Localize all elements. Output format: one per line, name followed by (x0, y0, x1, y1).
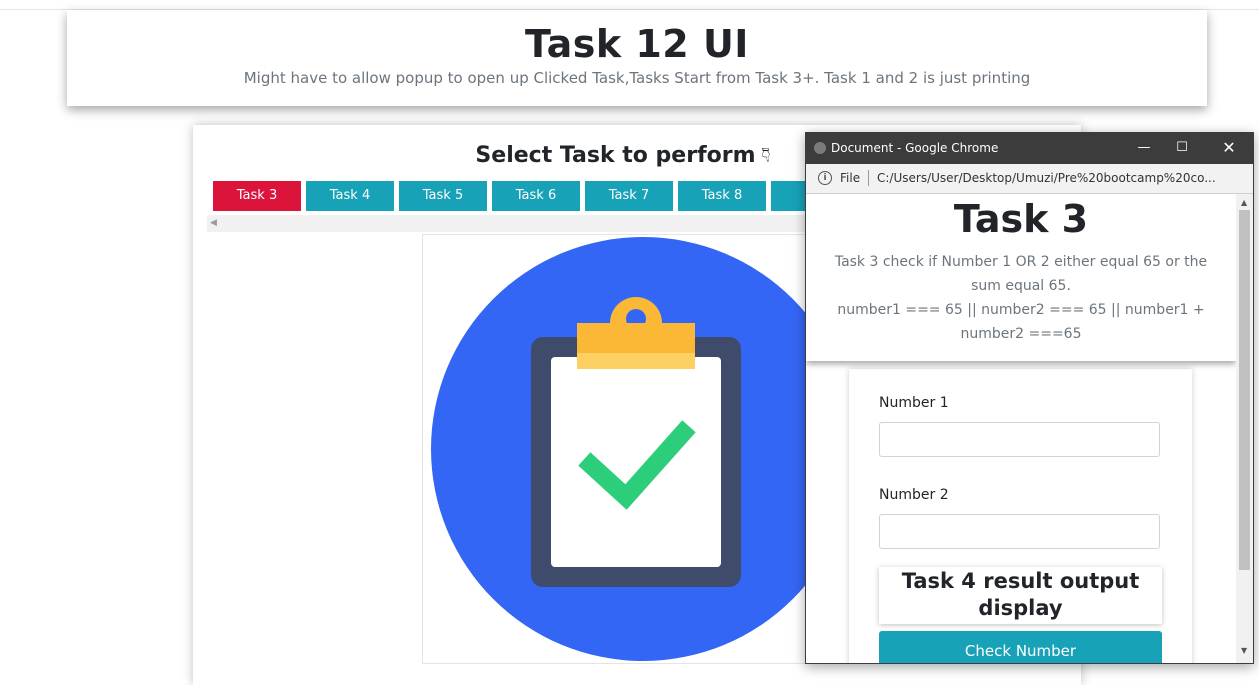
scroll-left-arrow-icon[interactable]: ◀ (210, 218, 217, 228)
tab-task-3[interactable]: Task 3 (213, 181, 301, 211)
popup-url[interactable]: C:/Users/User/Desktop/Umuzi/Pre%20bootca… (877, 171, 1216, 185)
tab-task-6[interactable]: Task 6 (492, 181, 580, 211)
clipboard-check-icon (431, 237, 823, 661)
task-tabs: Task 3Task 4Task 5Task 6Task 7Task 8Ta (213, 181, 808, 211)
tabs-horizontal-scrollbar[interactable]: ◀ (207, 215, 817, 232)
close-icon[interactable]: ✕ (1217, 138, 1241, 158)
popup-window-title: Document - Google Chrome (831, 141, 999, 155)
number-form-card: Number 1 Number 2 Task 4 result output d… (849, 369, 1192, 663)
scroll-up-arrow-icon[interactable]: ▲ (1241, 198, 1247, 207)
tab-task-9-partial[interactable]: Ta (771, 181, 808, 211)
page-title: Task 12 UI (525, 22, 749, 66)
number2-label: Number 2 (879, 487, 949, 503)
tab-task-8[interactable]: Task 8 (678, 181, 766, 211)
number1-input[interactable] (879, 422, 1160, 457)
file-label: File (840, 171, 861, 185)
popup-address-bar[interactable]: i File C:/Users/User/Desktop/Umuzi/Pre%2… (806, 164, 1253, 194)
tab-task-4[interactable]: Task 4 (306, 181, 394, 211)
page-header: Task 12 UI Might have to allow popup to … (67, 10, 1207, 106)
task-image-frame (422, 234, 824, 664)
scroll-thumb[interactable] (1239, 210, 1250, 570)
clipboard-clip-shade (577, 353, 695, 369)
address-separator (868, 170, 869, 186)
task-description-line-1: Task 3 check if Number 1 OR 2 either equ… (834, 254, 1208, 294)
check-number-button[interactable]: Check Number (879, 631, 1162, 663)
popup-window[interactable]: Document - Google Chrome — ☐ ✕ i File C:… (805, 132, 1254, 664)
page-subtitle: Might have to allow popup to open up Cli… (243, 69, 1031, 87)
chrome-logo-icon (814, 142, 826, 154)
task-description-line-2: number1 === 65 || number2 === 65 || numb… (837, 302, 1205, 342)
popup-content: Task 3 Task 3 check if Number 1 OR 2 eit… (806, 194, 1236, 663)
scroll-down-arrow-icon[interactable]: ▼ (1241, 646, 1247, 655)
task-info-card: Task 3 Task 3 check if Number 1 OR 2 eit… (806, 194, 1236, 361)
tab-task-7[interactable]: Task 7 (585, 181, 673, 211)
info-icon[interactable]: i (818, 171, 832, 185)
pointing-down-hand-icon: 👇︎ (761, 143, 771, 167)
tab-task-5[interactable]: Task 5 (399, 181, 487, 211)
number2-input[interactable] (879, 514, 1160, 549)
popup-vertical-scrollbar[interactable]: ▲ ▼ (1236, 194, 1253, 663)
minimize-icon[interactable]: — (1132, 138, 1156, 158)
select-task-heading-text: Select Task to perform (475, 143, 756, 168)
popup-titlebar[interactable]: Document - Google Chrome — ☐ ✕ (806, 133, 1253, 164)
page-top-divider (0, 0, 1259, 10)
result-output-display: Task 4 result output display (879, 567, 1162, 624)
number1-label: Number 1 (879, 395, 949, 411)
maximize-icon[interactable]: ☐ (1170, 138, 1194, 158)
task-title: Task 3 (953, 197, 1089, 241)
task-description: Task 3 check if Number 1 OR 2 either equ… (826, 250, 1216, 346)
clipboard-paper (551, 357, 721, 567)
